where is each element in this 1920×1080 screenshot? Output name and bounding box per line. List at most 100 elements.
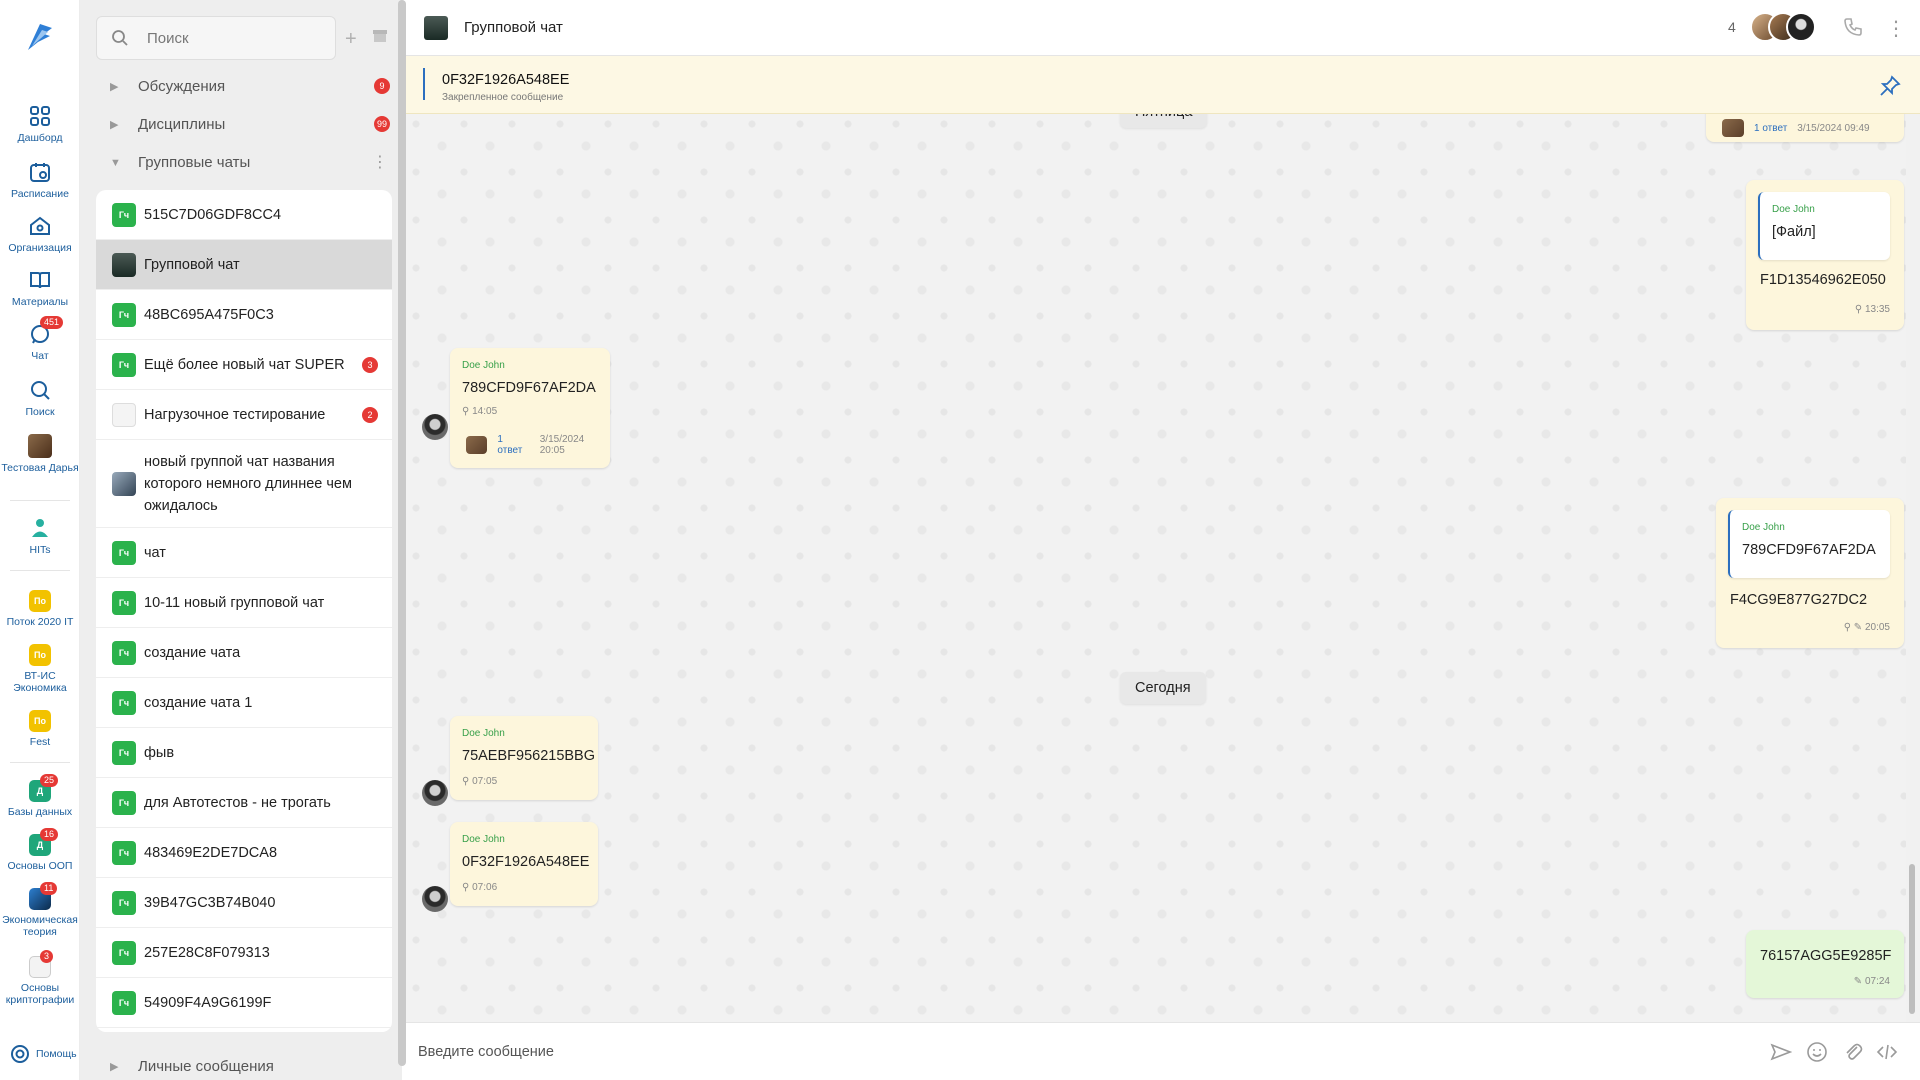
chat-name: для Автотестов - не трогать [144, 794, 331, 811]
rail-course-econ[interactable]: 11 Экономическая теория [0, 882, 80, 938]
list-item[interactable]: Гч фыв [96, 728, 392, 778]
quoted-message[interactable]: Doe John 789CFD9F67AF2DA [1728, 510, 1890, 578]
rail-course-crypto[interactable]: 3 Основы криптографии [0, 950, 80, 1006]
avatar[interactable] [422, 780, 448, 806]
message-bubble[interactable]: 76157AGG5E9285F ✎ 07:24 [1746, 930, 1904, 998]
help-button[interactable]: Помощь [10, 1044, 77, 1064]
code-icon[interactable] [1876, 1041, 1898, 1063]
rail-item-search[interactable]: Поиск [0, 378, 80, 418]
list-item[interactable]: Гч 39B47GC3B74B040 [96, 878, 392, 928]
message-text: 76157AGG5E9285F [1760, 948, 1892, 964]
thread-summary[interactable]: 1 ответ 3/15/2024 20:05 [466, 434, 610, 456]
list-item[interactable]: Нагрузочное тестирование 2 [96, 390, 392, 440]
list-item[interactable]: Гч Ещё более новый чат SUPER 3 [96, 340, 392, 390]
composer [406, 1022, 1920, 1080]
list-item[interactable]: Гч 483469E2DE7DCA8 [96, 828, 392, 878]
chat-avatar: Гч [112, 890, 136, 915]
rail-item-materials[interactable]: Материалы [0, 268, 80, 308]
chat-name: чат [144, 544, 166, 561]
message-time: ⚲ ✎ 20:05 [1843, 622, 1890, 633]
list-item[interactable]: Гч 48BC695A475F0C3 [96, 290, 392, 340]
list-item[interactable]: новый групп­ой чат названия которого нем… [96, 440, 392, 528]
more-icon[interactable]: ⋮ [372, 152, 388, 172]
calendar-icon [30, 163, 50, 182]
thread-summary[interactable]: 1 ответ 3/15/2024 09:49 [1722, 119, 1870, 137]
message-bubble[interactable]: Doe John 789CFD9F67AF2DA F4CG9E877G27DC2… [1716, 498, 1904, 648]
phone-icon[interactable] [1842, 16, 1864, 38]
pinned-message[interactable]: 0F32F1926A548EE Закрепленное сообщение [406, 56, 1920, 114]
day-separator: Сегодня [1120, 672, 1206, 704]
rail-course-oop[interactable]: Д 16 Основы ООП [0, 828, 80, 872]
chat-avatar[interactable] [424, 16, 448, 40]
avatar [1722, 119, 1744, 137]
list-item[interactable]: Гч 10-11 новый групповой чат [96, 578, 392, 628]
emoji-icon[interactable] [1806, 1041, 1828, 1063]
message-bubble[interactable]: Doe John 789CFD9F67AF2DA ⚲ 14:05 1 ответ… [450, 348, 610, 468]
rail-label: HITs [29, 544, 51, 556]
quoted-message[interactable]: Doe John [Файл] [1758, 192, 1890, 260]
rail-item-schedule[interactable]: Расписание [0, 160, 80, 200]
archive-icon[interactable] [372, 29, 388, 43]
list-item[interactable]: Гч чат [96, 528, 392, 578]
message-text: 789CFD9F67AF2DA [462, 380, 596, 396]
list-item[interactable]: Гч для Автотестов - не трогать [96, 778, 392, 828]
group-chat-list: Гч 515C7D06GDF8CC4 Групповой чат Гч 48BC69… [96, 190, 392, 1032]
avatar[interactable] [422, 414, 448, 440]
member-count[interactable]: 4 [1728, 19, 1736, 35]
message-bubble[interactable]: Doe John [Файл] F1D13546962E050 ⚲ 13:35 [1746, 180, 1904, 330]
feed-scrollbar[interactable] [1908, 114, 1918, 1022]
rail-course-db[interactable]: Д 25 Базы данных [0, 774, 80, 818]
more-icon[interactable]: ⋮ [1886, 16, 1906, 41]
chat-avatar: Гч [112, 640, 136, 665]
logo-icon[interactable] [22, 20, 58, 56]
section-disciplines[interactable]: ▶ Дисциплины 99 [110, 116, 390, 133]
list-item[interactable]: Групповой чат [96, 240, 392, 290]
list-item[interactable]: Гч создание чата [96, 628, 392, 678]
rail-item-profile[interactable]: Тестовая Дарья [0, 434, 80, 474]
rail-item-hits[interactable]: HITs [0, 516, 80, 556]
message-time: ⚲ 13:35 [1854, 304, 1890, 315]
add-chat-button[interactable]: + [345, 28, 357, 51]
rail-divider [10, 762, 70, 763]
rail-label: Основы ООП [7, 860, 73, 872]
section-badge: 99 [373, 116, 390, 132]
scroll-thumb[interactable] [1909, 864, 1915, 1014]
message-bubble[interactable]: 1 ответ 3/15/2024 09:49 [1706, 114, 1904, 142]
list-item[interactable]: Гч 54909F4A9G6199F [96, 978, 392, 1028]
rail-group-fest[interactable]: По Fest [0, 710, 80, 748]
message-text: 0F32F1926A548EE [462, 854, 590, 870]
rail-label: Базы данных [7, 806, 73, 818]
message-author: Doe John [462, 728, 505, 739]
section-group-chats[interactable]: ▼ Групповые чаты ⋮ [110, 154, 390, 171]
message-bubble[interactable]: Doe John 75AEBF956215BBG ⚲ 07:05 [450, 716, 598, 800]
section-label: Личные сообщения [138, 1058, 274, 1075]
chat-avatar: Гч [112, 202, 136, 227]
rail-label: ВТ-ИС Экономика [13, 670, 67, 694]
attach-icon[interactable] [1842, 1041, 1864, 1063]
list-item[interactable]: Гч 515C7D06GDF8CC4 [96, 190, 392, 240]
list-item[interactable]: Гч создание чата 1 [96, 678, 392, 728]
section-direct-messages[interactable]: ▶ Личные сообщения [110, 1058, 274, 1075]
message-bubble[interactable]: Doe John 0F32F1926A548EE ⚲ 07:06 [450, 822, 598, 906]
rail-item-chat[interactable]: 451 Чат [0, 316, 80, 362]
avatar-icon [28, 434, 52, 458]
search-box[interactable] [96, 16, 336, 60]
left-rail: Дашборд Расписание Организация Материалы… [0, 0, 80, 1080]
avatar[interactable] [422, 886, 448, 912]
day-separator: Пятница [1120, 114, 1208, 128]
rail-item-organization[interactable]: Организация [0, 214, 80, 254]
send-icon[interactable] [1770, 1041, 1792, 1063]
member-avatars[interactable] [1750, 12, 1816, 44]
chat-title[interactable]: Групповой чат [464, 19, 563, 36]
search-input[interactable] [147, 29, 317, 47]
panel-scrollbar[interactable] [398, 0, 406, 1066]
list-item[interactable]: Гч 257E28C8F079313 [96, 928, 392, 978]
avatar [1786, 12, 1816, 42]
message-feed[interactable]: 1 ответ 3/15/2024 09:49 Пятница Doe John… [406, 114, 1906, 1022]
pin-icon[interactable] [1878, 74, 1902, 98]
section-discussions[interactable]: ▶ Обсуждения 9 [110, 78, 390, 95]
rail-group-vt-is[interactable]: По ВТ-ИС Экономика [0, 644, 80, 694]
message-input[interactable] [418, 1037, 1718, 1067]
rail-item-dashboard[interactable]: Дашборд [0, 104, 80, 144]
rail-group-potok[interactable]: По Поток 2020 IT [0, 590, 80, 628]
